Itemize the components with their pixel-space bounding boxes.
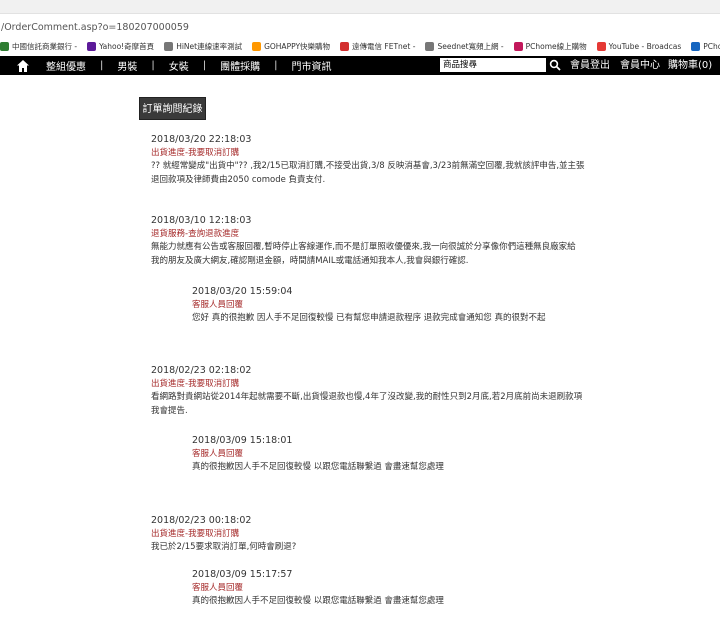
page-icon <box>164 41 174 51</box>
youtube-icon <box>596 41 606 51</box>
bookmark-item[interactable]: GOHAPPY快樂購物 <box>252 41 330 52</box>
staff-reply: 2018/03/20 15:59:04 客服人員回覆 您好 真的很抱歉 因人手不… <box>192 286 612 325</box>
entry-line: 我的朋友及廣大網友,確認剛退金額，時間請MAIL或電話通知我本人,我會與銀行確認… <box>151 256 469 266</box>
entry-subject: 出貨進度-我要取消訂購 <box>151 379 240 389</box>
yahoo-icon <box>87 41 97 51</box>
bookmark-item[interactable]: 遠傳電信 FETnet - <box>340 41 415 52</box>
nav-divider: | <box>151 60 155 71</box>
reply-line: 真的很抱歉因人手不足回復較慢 以跟您電話聯繫過 會盡速幫您處理 <box>192 462 444 472</box>
bookmark-label: 遠傳電信 FETnet - <box>352 41 416 51</box>
cart-link[interactable]: 購物車(0) <box>668 56 712 75</box>
bookmarks-bar: 中國信託商業銀行 - Yahoo!奇摩首頁 HiNet連線速率測試 GOHAPPY快樂… <box>0 38 720 54</box>
entry-line: 退回款項及律師費由2050 comode 負責支付. <box>151 175 326 185</box>
reply-subject: 客服人員回覆 <box>192 583 244 593</box>
entry-date: 2018/03/20 22:18:03 <box>151 134 252 145</box>
nav-item-bundle-deals[interactable]: 整組優惠 <box>46 58 86 73</box>
nav-item-womens[interactable]: 女裝 <box>169 58 189 73</box>
nav-item-group-buy[interactable]: 團體採購 <box>220 58 260 73</box>
bookmark-label: Yahoo!奇摩首頁 <box>99 41 155 51</box>
reply-subject: 客服人員回覆 <box>192 449 244 459</box>
address-bar[interactable]: /OrderComment.asp?o=180207000059 <box>0 20 720 36</box>
page-title: 訂單詢問紀錄 <box>139 97 206 120</box>
staff-reply: 2018/03/09 15:18:01 客服人員回覆 真的很抱歉因人手不足回復較… <box>192 435 612 474</box>
entry-subject: 出貨進度-我要取消訂購 <box>151 148 240 158</box>
browser-top-strip <box>0 0 720 14</box>
bookmark-item[interactable]: Seednet寬頻上網 - <box>425 41 504 52</box>
inquiry-entry: 2018/02/23 00:18:02 出貨進度-我要取消訂購 我已於2/15要… <box>151 515 711 554</box>
pchome-p-icon <box>691 41 701 51</box>
entry-date: 2018/02/23 00:18:02 <box>151 515 252 526</box>
pchome-icon <box>513 41 523 51</box>
bookmark-item[interactable]: 中國信託商業銀行 - <box>0 41 77 52</box>
home-icon[interactable] <box>16 59 30 73</box>
entry-subject: 出貨進度-我要取消訂購 <box>151 529 240 539</box>
bank-icon <box>0 41 9 51</box>
reply-date: 2018/03/09 15:17:57 <box>192 569 293 580</box>
entry-subject: 退貨服務-查詢退款進度 <box>151 229 240 239</box>
inquiry-entry: 2018/02/23 02:18:02 出貨進度-我要取消訂購 看網路對貴網站從… <box>151 365 711 418</box>
inquiry-entry: 2018/03/10 12:18:03 退貨服務-查詢退款進度 無能力就應有公告… <box>151 215 711 268</box>
nav-divider: | <box>274 60 278 71</box>
entry-date: 2018/02/23 02:18:02 <box>151 365 252 376</box>
fetnet-icon <box>340 41 350 51</box>
entry-line: 我會提告. <box>151 406 188 416</box>
bookmark-label: GOHAPPY快樂購物 <box>264 41 331 51</box>
bookmark-label: 中國信託商業銀行 - <box>12 41 78 51</box>
entry-line: 無能力就應有公告或客服回覆,暫時停止客線運作,而不是訂單照收優優來,我一向很誠於… <box>151 242 576 252</box>
reply-line: 您好 真的很抱歉 因人手不足回復較慢 已有幫您申請退款程序 退款完成會通知您 真… <box>192 313 546 323</box>
reply-date: 2018/03/09 15:18:01 <box>192 435 293 446</box>
bookmark-label: YouTube - Broadcas <box>608 41 682 51</box>
inquiry-entry: 2018/03/20 22:18:03 出貨進度-我要取消訂購 ?? 就經常變成… <box>151 134 711 187</box>
reply-line: 真的很抱歉因人手不足回復較慢 以跟您電話聯繫過 會盡速幫您處理 <box>192 596 444 606</box>
bookmark-item[interactable]: PChome <box>691 41 720 51</box>
search-input[interactable]: 商品搜尋 <box>440 58 546 72</box>
reply-date: 2018/03/20 15:59:04 <box>192 286 293 297</box>
entry-date: 2018/03/10 12:18:03 <box>151 215 252 226</box>
main-nav: 整組優惠 | 男裝 | 女裝 | 團體採購 | 門市資訊 商品搜尋 會員登出 會… <box>0 56 720 75</box>
reply-subject: 客服人員回覆 <box>192 300 244 310</box>
member-center-link[interactable]: 會員中心 <box>620 56 660 75</box>
entry-line: 看網路對貴網站從2014年起就需要不斷,出貨慢退款也慢,4年了沒改變,我的耐性只… <box>151 392 583 402</box>
entry-line: 我已於2/15要求取消訂單,何時會刷退? <box>151 542 297 552</box>
nav-item-mens[interactable]: 男裝 <box>117 58 137 73</box>
gohappy-icon <box>252 41 262 51</box>
search-icon[interactable] <box>549 59 561 71</box>
bookmark-label: PChome線上購物 <box>525 41 587 51</box>
bookmark-label: HiNet連線速率測試 <box>176 41 243 51</box>
staff-reply: 2018/03/09 15:17:57 客服人員回覆 真的很抱歉因人手不足回復較… <box>192 569 612 608</box>
nav-item-store-info[interactable]: 門市資訊 <box>292 58 332 73</box>
page-icon <box>425 41 435 51</box>
nav-divider: | <box>100 60 104 71</box>
nav-divider: | <box>202 60 207 71</box>
entry-line: ?? 就經常變成"出貨中"?? ,我2/15已取消訂購,不接受出貨,3/8 反映… <box>151 161 585 171</box>
bookmark-label: Seednet寬頻上網 - <box>437 41 504 51</box>
bookmark-item[interactable]: HiNet連線速率測試 <box>164 41 242 52</box>
bookmark-item[interactable]: PChome線上購物 <box>513 41 587 52</box>
bookmark-item[interactable]: Yahoo!奇摩首頁 <box>87 41 154 52</box>
bookmark-label: PChome <box>703 41 720 51</box>
bookmark-item[interactable]: YouTube - Broadcas <box>596 41 682 51</box>
logout-link[interactable]: 會員登出 <box>570 56 610 75</box>
